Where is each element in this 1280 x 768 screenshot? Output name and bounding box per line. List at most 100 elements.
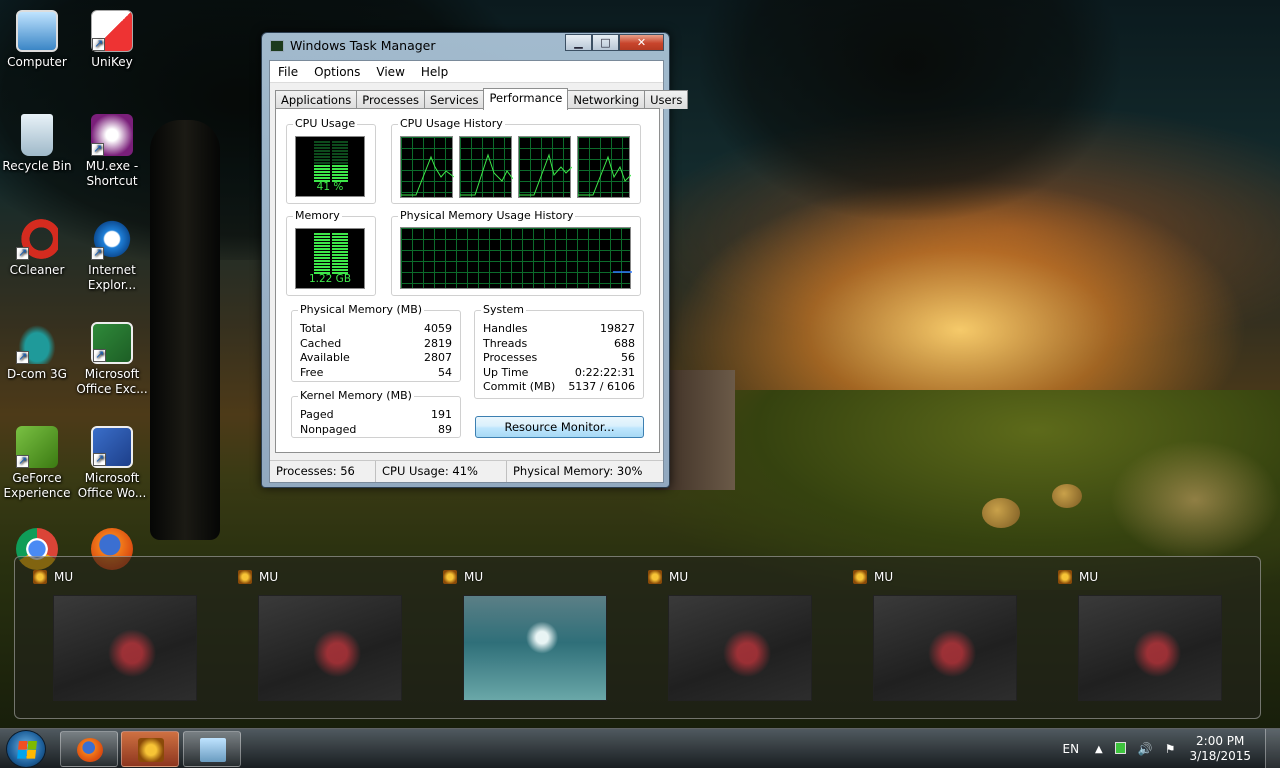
tab-networking[interactable]: Networking [567,90,646,109]
stat-value: 54 [438,366,452,379]
meter-segment [332,245,348,247]
shortcut-arrow-icon [16,245,29,260]
computer-icon [16,10,58,52]
start-button[interactable] [6,730,46,768]
cpu-usage-title: CPU Usage [293,117,358,130]
stat-label: Commit (MB) [483,380,556,393]
shortcut-arrow-icon [91,245,104,260]
meter-segment [314,174,330,176]
mu-game-icon [443,570,457,584]
thumbnail-mu-5[interactable]: MU [849,569,1029,701]
menu-help[interactable]: Help [413,65,456,79]
thumbnail-mu-2[interactable]: MU [234,569,414,701]
stat-value: 2807 [424,351,452,364]
stat-value: 56 [621,351,635,364]
close-button[interactable]: ✕ [619,34,664,51]
tab-services[interactable]: Services [423,90,485,109]
action-center-flag-icon[interactable]: ⚑ [1159,742,1182,756]
status-cpu-usage: CPU Usage: 41% [376,461,507,482]
meter-segment [332,254,348,256]
clock-date: 3/18/2015 [1189,749,1251,763]
thumbnail-header: MU [853,569,1029,585]
thumbnail-preview[interactable] [53,595,197,701]
menu-bar: File Options View Help [270,61,663,83]
thumbnail-preview[interactable] [463,595,607,701]
resource-monitor-button[interactable]: Resource Monitor... [475,416,644,438]
stat-label: Nonpaged [300,423,357,436]
window-title-bar[interactable]: Windows Task Manager [270,38,436,53]
meter-segment [314,248,330,250]
desktop-icon-d-com-3g[interactable]: D-com 3G [0,322,74,382]
taskbar-task-manager-button[interactable] [183,731,241,767]
cpu-history-line [519,153,573,196]
desktop-icon-mu-shortcut[interactable]: MU.exe - Shortcut [75,114,149,189]
thumbnail-mu-1[interactable]: MU [29,569,209,701]
clock[interactable]: 2:00 PM 3/18/2015 [1181,734,1265,764]
language-indicator[interactable]: EN [1052,742,1089,756]
stat-value: 4059 [424,322,452,335]
tab-users[interactable]: Users [644,90,689,109]
menu-file[interactable]: File [270,65,306,79]
thumbnail-header: MU [33,569,209,585]
show-hidden-icons-icon[interactable]: ▲ [1089,744,1109,755]
meter-segment [332,156,348,158]
meter-segment [332,159,348,161]
stat-row: Total 4059 [300,322,452,335]
taskbar: EN ▲ 🔊 ⚑ 2:00 PM 3/18/2015 [0,728,1280,768]
meter-segment [332,141,348,143]
status-processes: Processes: 56 [270,461,376,482]
firefox-icon [77,738,103,762]
mu-game-icon [853,570,867,584]
thumbnail-title: MU [1079,570,1099,584]
system-tray: EN ▲ 🔊 ⚑ 2:00 PM 3/18/2015 [1052,729,1280,768]
memory-value: 1.22 GB [308,273,352,285]
desktop-icon-excel[interactable]: Microsoft Office Exc... [75,322,149,397]
desktop-icon-ccleaner[interactable]: CCleaner [0,218,74,278]
memory-history-line [613,271,632,273]
thumbnail-mu-3[interactable]: MU [439,569,619,701]
meter-segment [332,269,348,271]
nvidia-geforce-icon [16,426,58,468]
thumbnail-mu-6[interactable]: MU [1054,569,1234,701]
stat-label: Available [300,351,350,364]
desktop-icon-computer[interactable]: Computer [0,10,74,70]
cpu-history-line [401,155,455,196]
thumbnail-preview[interactable] [668,595,812,701]
unikey-icon [91,10,133,52]
taskbar-firefox-button[interactable] [60,731,118,767]
thumbnail-title: MU [874,570,894,584]
thumbnail-header: MU [238,569,414,585]
desktop-icon-label: Microsoft Office Exc... [76,367,148,396]
desktop-icon-recycle-bin[interactable]: Recycle Bin [0,114,74,174]
desktop-icon-word[interactable]: Microsoft Office Wo... [75,426,149,501]
meter-segment [314,242,330,244]
thumbnail-preview[interactable] [258,595,402,701]
tab-applications[interactable]: Applications [275,90,358,109]
desktop-icon-unikey[interactable]: UniKey [75,10,149,70]
task-manager-window[interactable]: Windows Task Manager ▁ □ ✕ File Options … [261,32,689,488]
volume-icon[interactable]: 🔊 [1132,742,1159,756]
thumbnail-preview[interactable] [1078,595,1222,701]
show-desktop-button[interactable] [1265,729,1280,768]
desktop-icon-label: Computer [7,55,67,69]
thumbnail-mu-4[interactable]: MU [644,569,824,701]
menu-view[interactable]: View [368,65,412,79]
meter-segment [332,263,348,265]
minimize-button[interactable]: ▁ [565,34,592,51]
stat-label: Threads [483,337,528,350]
desktop-icon-internet-explorer[interactable]: Internet Explor... [75,218,149,293]
tab-performance[interactable]: Performance [483,88,569,110]
tab-processes[interactable]: Processes [356,90,425,109]
network-3g-icon[interactable] [1109,741,1132,757]
desktop-icon-geforce-experience[interactable]: GeForce Experience [0,426,74,501]
meter-segment [332,150,348,152]
caption-buttons: ▁ □ ✕ [565,34,664,51]
thumbnail-preview[interactable] [873,595,1017,701]
maximize-button[interactable]: □ [592,34,619,51]
menu-options[interactable]: Options [306,65,368,79]
meter-segment [314,150,330,152]
stat-value: 191 [431,408,452,421]
meter-segment [332,153,348,155]
stat-row: Cached 2819 [300,337,452,350]
taskbar-mu-button[interactable] [121,731,179,767]
